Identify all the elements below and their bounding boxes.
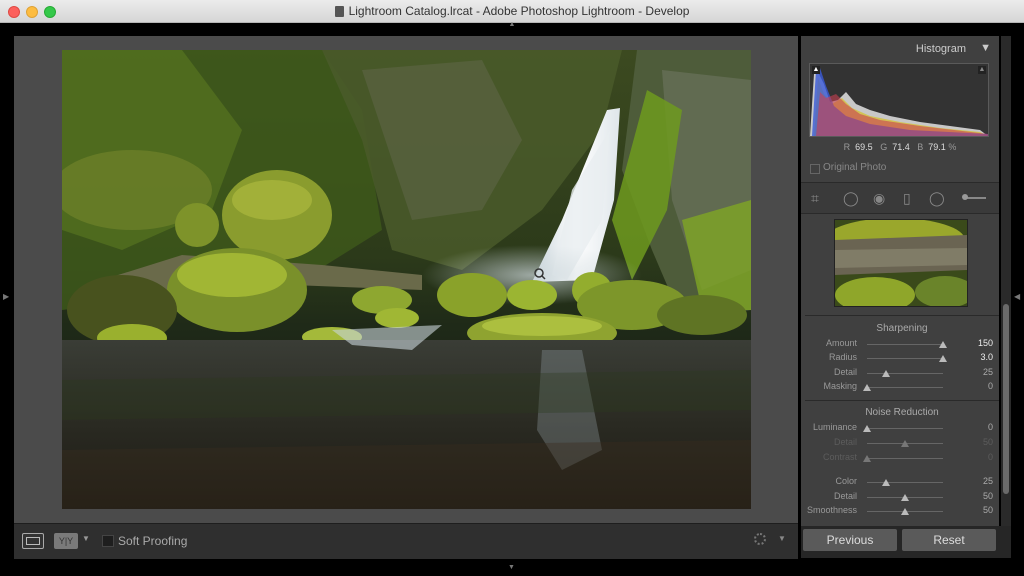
loupe-view-button[interactable] <box>22 533 44 549</box>
noise-reduction-slider-row[interactable]: Detail 50 <box>805 437 993 450</box>
slider-track[interactable] <box>867 479 943 486</box>
slider-thumb[interactable] <box>863 455 871 462</box>
crop-tool-icon[interactable]: ⌗ <box>811 191 819 205</box>
slider-track[interactable] <box>867 370 943 377</box>
loading-spinner-icon <box>754 533 766 545</box>
slider-thumb[interactable] <box>882 479 890 486</box>
scrollbar-thumb[interactable] <box>1003 304 1009 494</box>
graduated-filter-tool-icon[interactable]: ▯ <box>903 191 911 205</box>
divider <box>805 400 999 401</box>
window-titlebar: Lightroom Catalog.lrcat - Adobe Photosho… <box>0 0 1024 23</box>
slider-value[interactable]: 50 <box>963 505 993 515</box>
noise-reduction-slider-row[interactable]: Smoothness 50 <box>805 505 993 518</box>
slider-value[interactable]: 0 <box>963 422 993 432</box>
toolbar-menu-chevron-icon[interactable]: ▼ <box>778 534 786 543</box>
slider-value[interactable]: 0 <box>963 381 993 391</box>
shadow-clipping-toggle[interactable]: ▲ <box>812 66 820 74</box>
right-panel-scrollbar[interactable] <box>1001 36 1011 526</box>
soft-proofing-label: Soft Proofing <box>118 534 188 548</box>
photo-preview[interactable] <box>62 50 751 509</box>
slider-thumb[interactable] <box>901 494 909 501</box>
slider-label: Detail <box>833 437 857 447</box>
slider-thumb[interactable] <box>939 355 947 362</box>
previous-button[interactable]: Previous <box>803 529 897 551</box>
rgb-readout: R 69.5 G 71.4 B 79.1 % <box>843 142 957 152</box>
slider-thumb[interactable] <box>863 425 871 432</box>
reset-button[interactable]: Reset <box>902 529 996 551</box>
slider-value[interactable]: 25 <box>963 476 993 486</box>
noise-reduction-slider-row[interactable]: Detail 50 <box>805 491 993 504</box>
slider-label: Radius <box>828 352 857 362</box>
right-panel: Histogram ▼ ▲ ▲ R 69.5 G 71.4 B 79.1 % O… <box>801 36 999 526</box>
slider-thumb[interactable] <box>901 440 909 447</box>
slider-track[interactable] <box>867 355 947 362</box>
slider-thumb[interactable] <box>863 384 871 391</box>
original-photo-label: Original Photo <box>823 162 887 173</box>
slider-track[interactable] <box>867 440 943 447</box>
soft-proofing-checkbox[interactable] <box>102 535 114 547</box>
before-after-view-button[interactable]: Y|Y <box>54 533 78 549</box>
left-panel-toggle[interactable]: ▶ <box>3 292 9 301</box>
sharpening-slider-row[interactable]: Detail 25 <box>805 367 993 380</box>
chevron-down-icon[interactable]: ▼ <box>82 534 90 543</box>
original-photo-checkbox[interactable] <box>810 164 820 174</box>
histogram-title: Histogram <box>915 43 966 55</box>
sharpening-slider-row[interactable]: Amount 150 <box>805 338 993 351</box>
collapse-triangle-icon[interactable]: ▼ <box>980 42 991 54</box>
slider-thumb[interactable] <box>939 341 947 348</box>
tool-strip: ⌗ ◯ ◉ ▯ ◯ <box>801 183 999 214</box>
slider-track[interactable] <box>863 455 943 462</box>
bottom-panel-toggle[interactable]: ▼ <box>508 564 516 571</box>
highlight-clipping-toggle[interactable]: ▲ <box>978 66 986 74</box>
slider-value[interactable]: 0 <box>963 452 993 462</box>
divider <box>805 315 999 316</box>
slider-label: Color <box>835 476 857 486</box>
spot-removal-tool-icon[interactable]: ◯ <box>843 191 859 205</box>
slider-thumb[interactable] <box>901 508 909 515</box>
slider-label: Amount <box>825 338 857 348</box>
noise-reduction-title: Noise Reduction <box>865 407 939 418</box>
detail-panel: Sharpening Amount 150 Radius 3.0 Detail 25 Mas… <box>805 215 999 526</box>
histogram-graph: ▲ ▲ <box>809 63 989 137</box>
slider-label: Smoothness <box>806 505 857 515</box>
slider-label: Luminance <box>812 422 857 432</box>
slider-label: Contrast <box>822 452 857 462</box>
noise-reduction-slider-row[interactable]: Color 25 <box>805 476 993 489</box>
sharpening-slider-row[interactable]: Masking 0 <box>805 381 993 394</box>
slider-track[interactable] <box>867 508 943 515</box>
slider-track[interactable] <box>867 494 943 501</box>
develop-button-bar: Previous Reset <box>801 526 1011 558</box>
slider-value[interactable]: 25 <box>963 367 993 377</box>
slider-track[interactable] <box>867 341 947 348</box>
slider-value[interactable]: 150 <box>963 338 993 348</box>
bottom-toolbar: Y|Y ▼ Soft Proofing ▼ <box>14 523 798 559</box>
slider-label: Detail <box>833 491 857 501</box>
slider-track[interactable] <box>863 425 943 432</box>
top-panel-toggle[interactable]: ▲ <box>508 21 516 28</box>
histogram-header[interactable]: Histogram ▼ <box>801 40 999 58</box>
document-icon <box>334 5 344 17</box>
slider-thumb[interactable] <box>882 370 890 377</box>
adjustment-brush-tool-icon[interactable] <box>962 194 986 200</box>
noise-reduction-slider-row[interactable]: Contrast 0 <box>805 452 993 465</box>
right-panel-toggle[interactable]: ◀ <box>1014 292 1020 301</box>
radial-filter-tool-icon[interactable]: ◯ <box>929 191 945 205</box>
slider-label: Detail <box>833 367 857 377</box>
detail-zoom-preview[interactable] <box>834 219 968 307</box>
slider-value[interactable]: 3.0 <box>963 352 993 362</box>
slider-value[interactable]: 50 <box>963 491 993 501</box>
sharpening-title: Sharpening <box>876 323 928 334</box>
noise-reduction-slider-row[interactable]: Luminance 0 <box>805 422 993 435</box>
slider-label: Masking <box>823 381 857 391</box>
sharpening-slider-row[interactable]: Radius 3.0 <box>805 352 993 365</box>
slider-value[interactable]: 50 <box>963 437 993 447</box>
red-eye-tool-icon[interactable]: ◉ <box>873 191 885 205</box>
slider-track[interactable] <box>863 384 943 391</box>
window-title: Lightroom Catalog.lrcat - Adobe Photosho… <box>348 4 690 18</box>
